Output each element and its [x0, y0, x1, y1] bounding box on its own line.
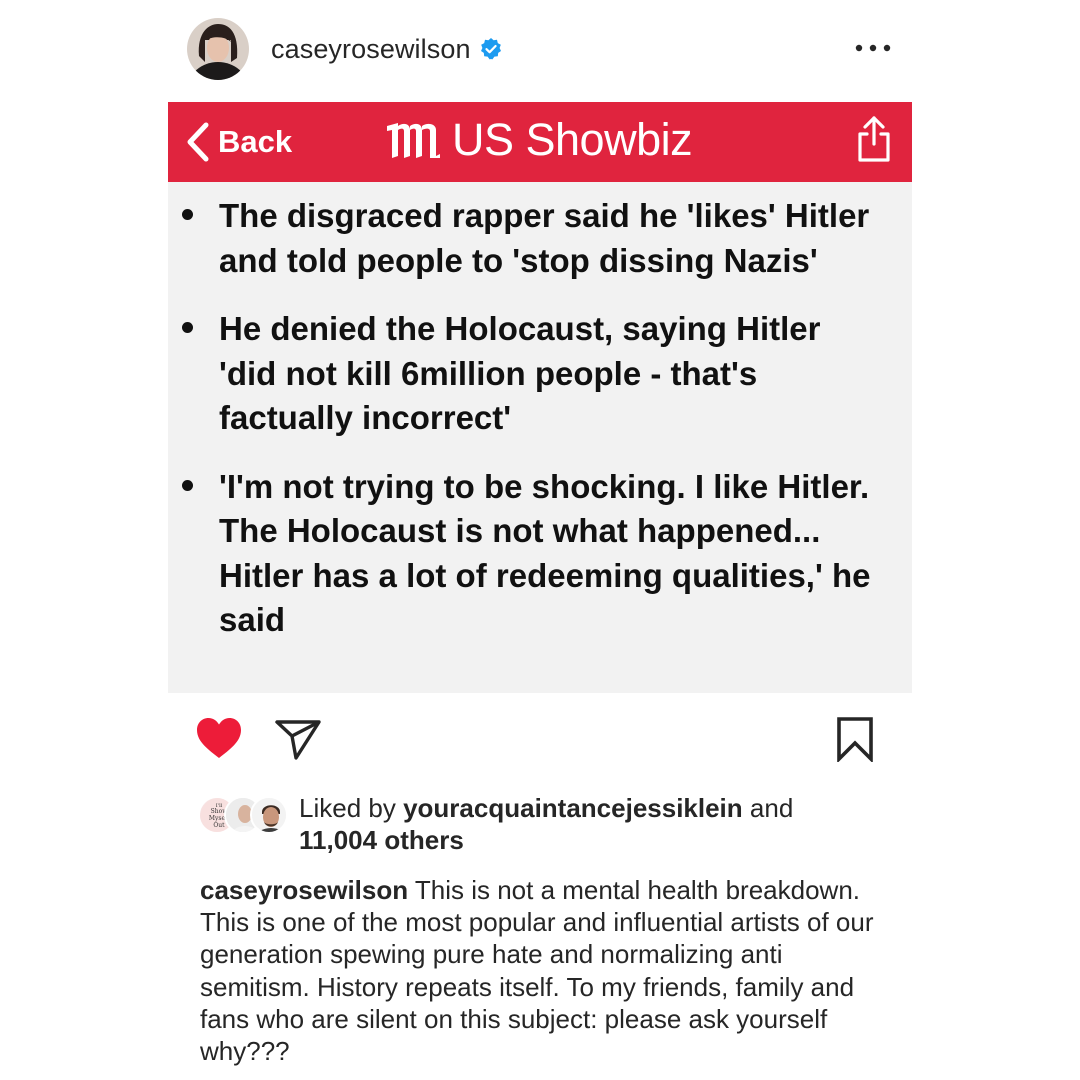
- bullet-dot: [182, 209, 193, 220]
- section-title: US Showbiz: [452, 114, 693, 165]
- avatar[interactable]: [187, 18, 249, 80]
- likes-text[interactable]: Liked by youracquaintancejessiklein and …: [299, 792, 793, 856]
- back-button[interactable]: Back: [184, 120, 292, 164]
- likes-and: and: [742, 793, 794, 823]
- daily-mail-logo-icon: [387, 123, 440, 158]
- post-username[interactable]: caseyrosewilson: [271, 34, 471, 65]
- article-screenshot: Back US Showbiz The disgraced rapper sai…: [168, 102, 912, 693]
- chevron-left-icon: [187, 122, 209, 162]
- list-item: 'I'm not trying to be shocking. I like H…: [168, 465, 912, 643]
- back-label: Back: [218, 124, 293, 159]
- post-actions: [195, 716, 885, 766]
- svg-text:Out: Out: [213, 822, 225, 829]
- liker-avatars: I'll Show Myself Out: [198, 796, 290, 836]
- avatar: [250, 796, 288, 834]
- likes-prefix: Liked by: [299, 793, 404, 823]
- caption-username[interactable]: caseyrosewilson: [200, 875, 408, 905]
- more-horizontal-icon[interactable]: [853, 40, 893, 56]
- list-item: He denied the Holocaust, saying Hitler '…: [168, 307, 912, 441]
- post-caption: caseyrosewilson This is not a mental hea…: [200, 874, 890, 1067]
- bullet-dot: [182, 479, 193, 491]
- bookmark-icon[interactable]: [835, 716, 875, 762]
- verified-badge-icon: [480, 38, 501, 60]
- bullet-dot: [182, 322, 193, 333]
- liked-by-username[interactable]: youracquaintancejessiklein: [403, 793, 743, 823]
- list-item: The disgraced rapper said he 'likes' Hit…: [168, 194, 912, 283]
- heart-filled-icon[interactable]: [195, 716, 243, 760]
- article-bullets: The disgraced rapper said he 'likes' Hit…: [168, 194, 912, 667]
- paper-plane-icon[interactable]: [274, 719, 322, 761]
- likes-count[interactable]: 11,004 others: [299, 825, 464, 855]
- section-brand: US Showbiz: [384, 114, 693, 166]
- bullet-text: He denied the Holocaust, saying Hitler '…: [219, 310, 821, 436]
- bullet-text: The disgraced rapper said he 'likes' Hit…: [219, 197, 870, 279]
- post-header: caseyrosewilson: [187, 16, 897, 82]
- share-icon[interactable]: [854, 114, 894, 164]
- article-topbar: Back US Showbiz: [168, 102, 912, 182]
- bullet-text: 'I'm not trying to be shocking. I like H…: [219, 467, 871, 639]
- likes-row[interactable]: I'll Show Myself Out Liked by youracquai…: [198, 792, 898, 862]
